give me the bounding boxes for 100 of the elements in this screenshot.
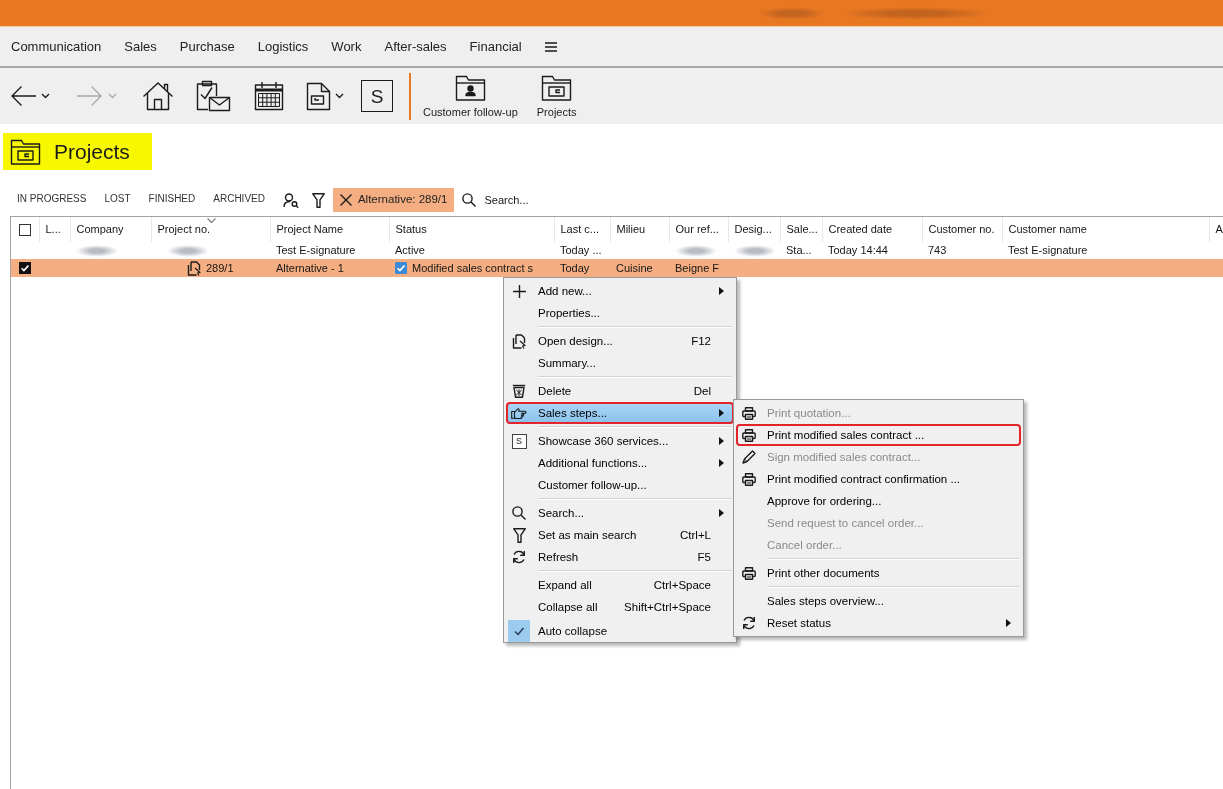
menu-icon[interactable]: [544, 41, 557, 52]
menu-item[interactable]: Collapse all Shift+Ctrl+Space: [506, 596, 734, 618]
shortcut-button[interactable]: Customer follow-up: [423, 74, 518, 118]
menu-item[interactable]: Communication: [11, 38, 102, 55]
search-icon: [512, 506, 526, 520]
column-header[interactable]: L...: [39, 217, 70, 242]
filter-chip[interactable]: Alternative: 289/1: [332, 188, 455, 212]
menu-item[interactable]: Additional functions...: [506, 452, 734, 474]
clipboard-mail-icon[interactable]: [196, 80, 231, 112]
menu-item[interactable]: Expand all Ctrl+Space: [506, 574, 734, 596]
filter-tab[interactable]: LOST: [104, 193, 131, 207]
column-header[interactable]: Milieu: [610, 217, 669, 242]
pen-icon: [742, 450, 756, 464]
menu-item[interactable]: After-sales: [384, 38, 447, 55]
plus-icon: [512, 284, 526, 298]
document-icon: [187, 260, 201, 276]
menu-item[interactable]: Logistics: [257, 38, 309, 55]
table-cell: Cuisine: [610, 259, 669, 277]
menu-item[interactable]: Approve for ordering...: [736, 490, 1021, 512]
shortcut-text: Ctrl+Space: [653, 578, 711, 592]
column-header[interactable]: Last c...: [554, 217, 610, 242]
shortcut-text: F12: [691, 334, 711, 348]
column-header[interactable]: Status: [389, 217, 554, 242]
refresh-icon: [742, 616, 756, 630]
table-cell: Active: [389, 242, 554, 259]
document-button[interactable]: [306, 81, 344, 111]
menu-item[interactable]: Print modified sales contract ...: [736, 424, 1021, 446]
sort-icon: [206, 218, 216, 223]
table-cell: Today 14:44: [822, 242, 922, 259]
menu-item[interactable]: Sales steps overview...: [736, 590, 1021, 612]
menu-item[interactable]: Refresh F5: [506, 546, 734, 568]
table-cell: Beigne F: [669, 259, 728, 277]
menu-item[interactable]: Print modified contract confirmation ...: [736, 468, 1021, 490]
menu-item[interactable]: Sales steps...: [506, 402, 734, 424]
column-header[interactable]: Sale...: [780, 217, 822, 242]
menu-item[interactable]: Set as main search Ctrl+L: [506, 524, 734, 546]
menu-item[interactable]: Summary...: [506, 352, 734, 374]
shortcut-text: F5: [697, 550, 711, 564]
menu-item[interactable]: S Showcase 360 services...: [506, 430, 734, 452]
close-icon: [339, 194, 352, 206]
s-button[interactable]: S: [361, 80, 393, 112]
menu-item[interactable]: Add new...: [506, 280, 734, 302]
table-cell: Sta...: [780, 242, 822, 259]
column-header[interactable]: Created date: [822, 217, 922, 242]
printer-icon: [742, 566, 756, 580]
column-header[interactable]: Customer name: [1002, 217, 1209, 242]
menu-item[interactable]: Print other documents: [736, 562, 1021, 584]
column-header[interactable]: A: [1209, 217, 1223, 242]
table-cell-text: 289/1: [206, 260, 234, 276]
table-cell: Alternative - 1: [270, 259, 389, 277]
selected-row[interactable]: 289/1 Alternative - 1 Modified sales contract s Today Cuisine Beigne F: [11, 259, 1223, 277]
table-cell: Today ...: [554, 242, 610, 259]
menu-item[interactable]: Reset status: [736, 612, 1021, 634]
s-tile: S: [511, 433, 527, 449]
menu-item[interactable]: Delete Del: [506, 380, 734, 402]
menu-item[interactable]: Properties...: [506, 302, 734, 324]
folder-person-icon: [454, 74, 486, 101]
table-cell: 743: [922, 242, 1002, 259]
filter-tab[interactable]: ARCHIVED: [213, 193, 265, 207]
menu-item[interactable]: Auto collapse: [506, 618, 734, 640]
menu-item[interactable]: Purchase: [179, 38, 235, 55]
table-cell: Test E-signature: [270, 242, 389, 259]
document-icon: [306, 81, 331, 111]
trash-icon: [512, 384, 526, 398]
shortcut-text: Ctrl+L: [680, 528, 711, 542]
filter-tab[interactable]: FINISHED: [148, 193, 196, 207]
calendar-icon[interactable]: [254, 81, 284, 111]
shortcut-text: Shift+Ctrl+Space: [624, 600, 711, 614]
page-title: Projects: [54, 139, 130, 164]
menu-item[interactable]: Open design... F12: [506, 330, 734, 352]
column-header[interactable]: Customer no.: [922, 217, 1002, 242]
printer-icon: [742, 428, 756, 442]
menu-item[interactable]: Search...: [506, 502, 734, 524]
checkbox[interactable]: [19, 262, 31, 274]
column-header[interactable]: Our ref...: [669, 217, 728, 242]
menu-item[interactable]: Work: [331, 38, 362, 55]
column-header[interactable]: Company: [70, 217, 151, 242]
filter-tab[interactable]: IN PROGRESS: [17, 193, 87, 207]
person-search-icon[interactable]: [282, 192, 299, 208]
search-field[interactable]: Search...: [484, 191, 595, 209]
folder-icon: [541, 74, 573, 101]
caret-icon: [41, 93, 50, 99]
filter-icon[interactable]: [311, 192, 325, 208]
column-header[interactable]: Project Name: [270, 217, 389, 242]
back-button[interactable]: [10, 85, 50, 107]
column-header[interactable]: Desig...: [728, 217, 780, 242]
shortcut-button[interactable]: Projects: [536, 74, 577, 118]
column-header[interactable]: Project no.: [151, 217, 270, 242]
table-cell: Today: [554, 259, 610, 277]
refresh-icon: [512, 550, 526, 564]
home-icon[interactable]: [142, 81, 174, 111]
checkbox[interactable]: [18, 223, 31, 236]
menu-item[interactable]: Customer follow-up...: [506, 474, 734, 496]
document-icon: [512, 333, 526, 349]
checkbox[interactable]: [395, 262, 407, 274]
menu-item[interactable]: Sales: [124, 38, 157, 55]
pointing-hand-icon: [511, 407, 527, 419]
caret-icon: [108, 93, 117, 99]
menu-item[interactable]: Financial: [469, 38, 522, 55]
shortcut-text: Del: [693, 384, 711, 398]
